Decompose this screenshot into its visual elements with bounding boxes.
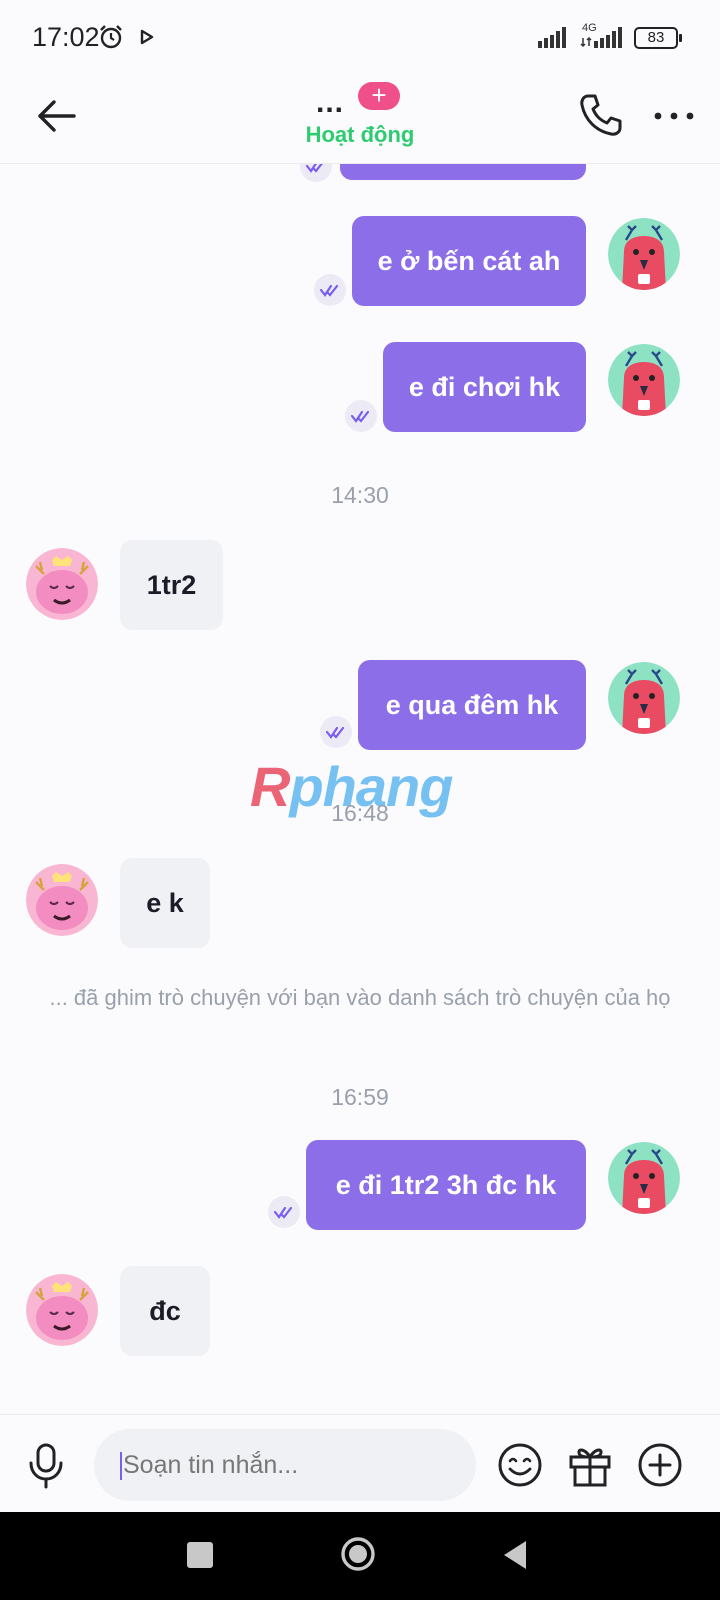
my-avatar[interactable] [608, 344, 680, 416]
pink-monster-avatar-icon [26, 548, 98, 620]
contact-name[interactable]: ... [316, 86, 344, 120]
phone-icon[interactable] [578, 92, 624, 138]
alarm-icon [100, 25, 122, 49]
message-incoming[interactable]: 1tr2 [120, 540, 223, 630]
seen-check-icon [345, 400, 377, 432]
contact-avatar[interactable] [26, 864, 98, 936]
reindeer-avatar-icon [608, 344, 680, 416]
message-incoming[interactable]: e k [120, 858, 210, 948]
input-placeholder: Soạn tin nhắn... [123, 1451, 299, 1479]
seen-check-icon [268, 1196, 300, 1228]
message-bubble-partial[interactable] [340, 164, 586, 180]
system-message: ... đã ghim trò chuyện với bạn vào danh … [49, 985, 671, 1010]
my-avatar[interactable] [608, 662, 680, 734]
signal-icon [538, 27, 566, 48]
emoji-icon[interactable] [496, 1441, 544, 1489]
message-outgoing[interactable]: e qua đêm hk [358, 660, 586, 750]
timestamp: 16:59 [331, 1084, 389, 1110]
reindeer-avatar-icon [608, 218, 680, 290]
chat-header: ... + Hoạt động [0, 76, 720, 164]
system-nav-bar [0, 1512, 720, 1600]
add-friend-badge[interactable]: + [358, 82, 400, 110]
media-play-icon [140, 29, 154, 45]
pink-monster-avatar-icon [26, 1274, 98, 1346]
timestamp: 16:48 [331, 800, 389, 826]
message-input[interactable]: Soạn tin nhắn... [94, 1429, 476, 1501]
microphone-icon[interactable] [26, 1441, 66, 1489]
home-icon[interactable] [340, 1536, 376, 1572]
pink-monster-avatar-icon [26, 864, 98, 936]
recent-apps-icon[interactable] [187, 1542, 213, 1568]
message-outgoing[interactable]: e đi chơi hk [383, 342, 586, 432]
timestamp: 14:30 [331, 482, 389, 508]
status-time: 17:02 [32, 22, 100, 52]
add-circle-icon[interactable] [636, 1441, 684, 1489]
seen-check-icon [314, 274, 346, 306]
status-bar: 17:02 4G 83 [0, 0, 720, 76]
message-outgoing[interactable]: e đi 1tr2 3h đc hk [306, 1140, 586, 1230]
contact-avatar[interactable] [26, 548, 98, 620]
gift-icon[interactable] [566, 1441, 614, 1489]
text-caret [120, 1452, 122, 1481]
seen-check-icon [300, 164, 332, 182]
message-composer: Soạn tin nhắn... [0, 1414, 720, 1512]
reindeer-avatar-icon [608, 1142, 680, 1214]
more-dots-icon[interactable] [652, 96, 696, 136]
reindeer-avatar-icon [608, 662, 680, 734]
signal-icon-2 [580, 27, 622, 48]
battery-indicator: 83 [634, 27, 682, 49]
seen-check-icon [320, 716, 352, 748]
nav-back-icon[interactable] [500, 1538, 530, 1572]
message-incoming[interactable]: đc [120, 1266, 210, 1356]
message-list[interactable]: e ở bến cát ah e đi chơi hk 14:30 1tr2 e… [0, 164, 720, 1414]
my-avatar[interactable] [608, 218, 680, 290]
contact-avatar[interactable] [26, 1274, 98, 1346]
message-outgoing[interactable]: e ở bến cát ah [352, 216, 586, 306]
my-avatar[interactable] [608, 1142, 680, 1214]
